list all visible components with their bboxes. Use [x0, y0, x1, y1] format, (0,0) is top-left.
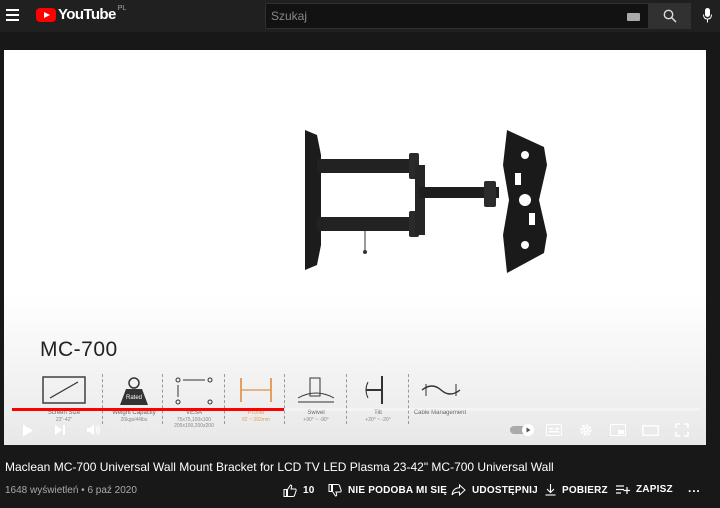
add-to-playlist-icon — [616, 485, 630, 494]
dislike-label: NIE PODOBA MI SIĘ — [348, 485, 448, 496]
youtube-play-icon — [36, 8, 56, 22]
current-time: 0:19 — [112, 423, 132, 434]
rated-badge: Rated — [125, 395, 142, 401]
share-label: UDOSTĘPNIJ — [472, 484, 538, 496]
more-actions-button[interactable]: ··· — [688, 484, 701, 498]
next-button[interactable] — [50, 420, 70, 440]
brand-name: YouTube — [58, 6, 116, 23]
fullscreen-icon — [675, 423, 689, 437]
vesa-icon — [175, 377, 213, 405]
like-button[interactable]: 10 — [283, 484, 315, 497]
video-player[interactable]: MC-700 Screen Size 23"-42" Rated Weight … — [4, 50, 706, 445]
player-controls: 0:19 / 0:48 — [4, 415, 706, 445]
top-bar: YouTube PL — [0, 0, 720, 32]
time-separator: / — [131, 423, 140, 434]
microphone-icon[interactable] — [703, 8, 712, 23]
volume-icon — [87, 424, 100, 436]
weight-icon — [120, 377, 148, 405]
more-actions-icon: ··· — [688, 484, 701, 498]
play-icon — [23, 424, 33, 436]
duration: 0:48 — [139, 423, 160, 434]
autoplay-toggle[interactable] — [510, 420, 536, 440]
theater-mode-button[interactable] — [640, 420, 660, 440]
country-code: PL — [117, 5, 127, 12]
gear-icon — [580, 424, 592, 436]
swivel-icon — [297, 377, 335, 403]
download-label: POBIERZ — [562, 484, 608, 496]
mute-button[interactable] — [84, 420, 104, 440]
dislike-button[interactable]: NIE PODOBA MI SIĘ — [328, 484, 447, 497]
save-label: ZAPISZ — [636, 484, 673, 495]
search-box — [265, 3, 649, 29]
keyboard-icon[interactable] — [627, 13, 640, 21]
subtitles-icon — [546, 424, 562, 436]
theater-icon — [641, 424, 659, 436]
share-icon — [451, 484, 466, 496]
miniplayer-button[interactable] — [608, 420, 628, 440]
play-button[interactable] — [18, 420, 38, 440]
video-title: Maclean MC-700 Universal Wall Mount Brac… — [5, 460, 554, 474]
youtube-logo[interactable]: YouTube PL — [36, 5, 127, 24]
like-count: 10 — [303, 485, 315, 496]
thumbs-down-icon — [328, 484, 342, 497]
search-button[interactable] — [649, 3, 691, 29]
action-bar: 10 NIE PODOBA MI SIĘ UDOSTĘPNIJ POBIERZ … — [0, 480, 720, 502]
screen-size-icon — [42, 376, 86, 404]
cable-icon — [421, 384, 461, 396]
miniplayer-icon — [610, 424, 626, 436]
menu-icon[interactable] — [6, 9, 19, 21]
subtitles-button[interactable] — [544, 420, 564, 440]
thumbs-up-icon — [283, 484, 297, 497]
model-name: MC-700 — [40, 338, 118, 361]
autoplay-toggle-icon — [510, 424, 534, 436]
time-display: 0:19 / 0:48 — [112, 423, 159, 434]
settings-button[interactable] — [576, 420, 596, 440]
fullscreen-button[interactable] — [672, 420, 692, 440]
progress-fill — [12, 408, 285, 411]
search-input[interactable] — [266, 4, 648, 28]
progress-bar[interactable] — [12, 408, 700, 411]
search-icon — [663, 9, 677, 23]
share-button[interactable]: UDOSTĘPNIJ — [451, 484, 538, 496]
download-button[interactable]: POBIERZ — [545, 484, 608, 496]
tilt-icon — [365, 376, 383, 404]
profile-icon — [240, 378, 272, 402]
save-button[interactable]: ZAPISZ — [616, 484, 673, 495]
next-icon — [55, 425, 65, 435]
download-icon — [545, 484, 556, 496]
wall-mount-bracket-image — [305, 130, 547, 273]
